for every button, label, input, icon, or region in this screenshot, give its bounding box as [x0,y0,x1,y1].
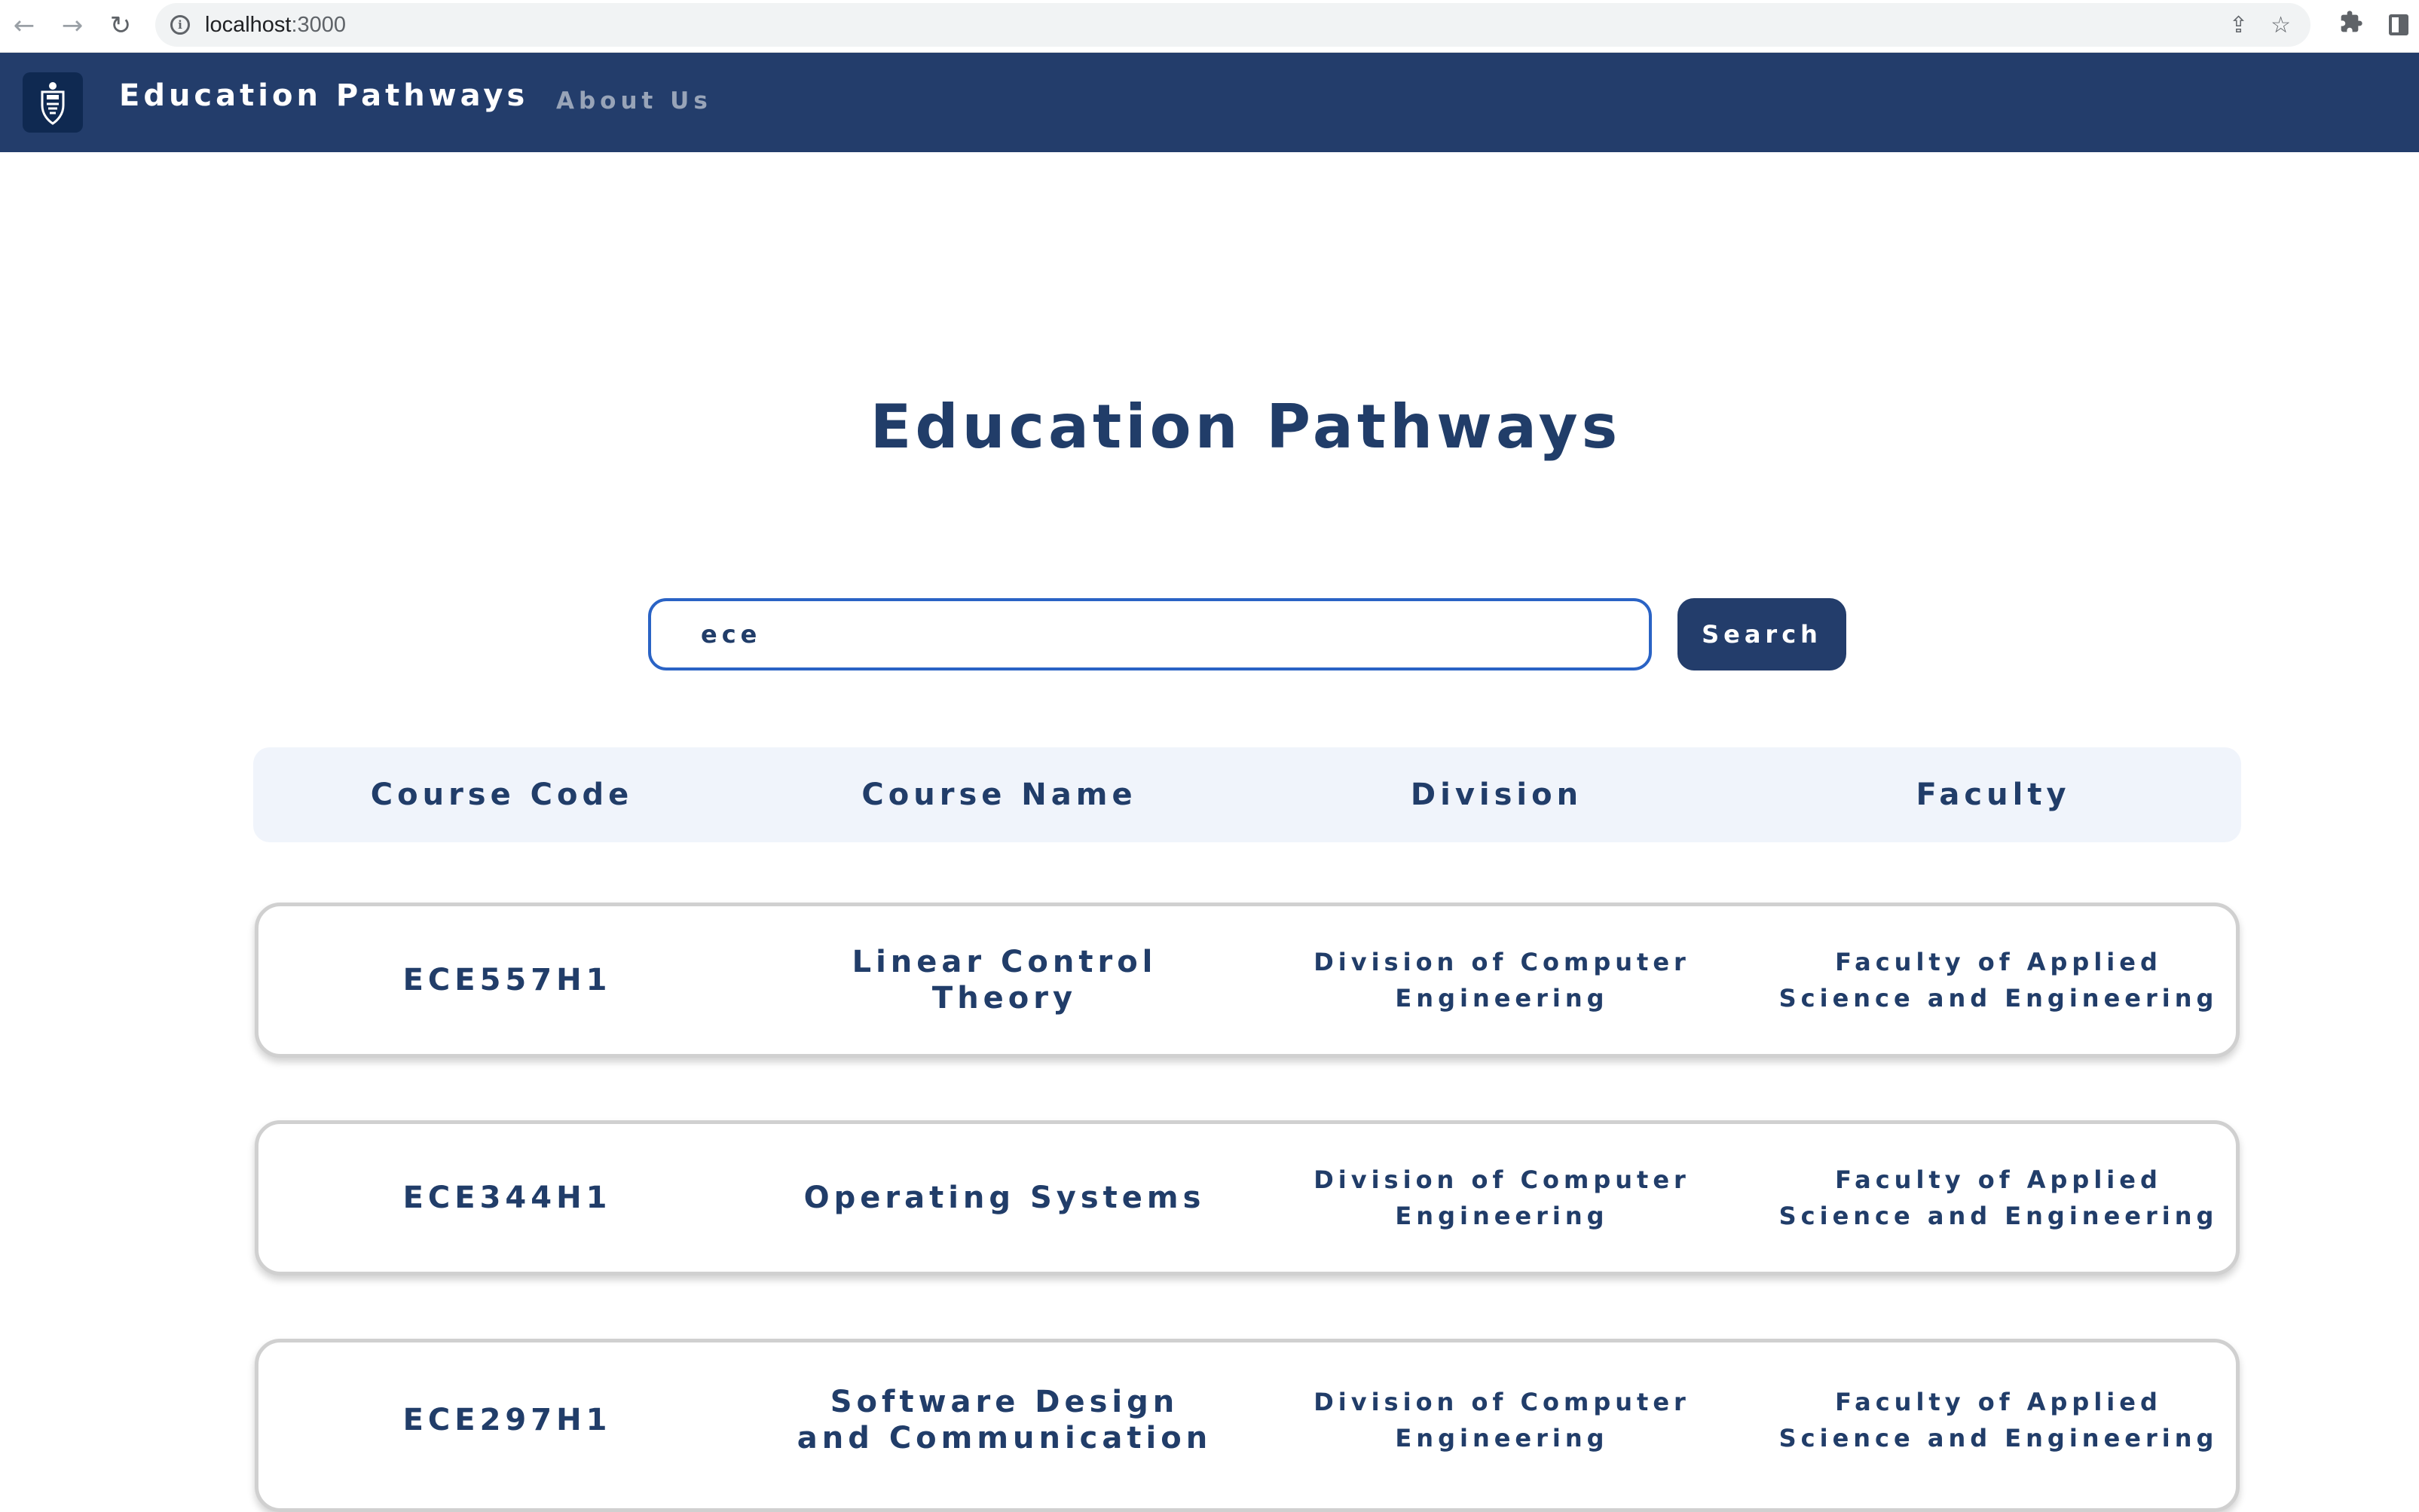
share-icon[interactable]: ⇪ [2229,12,2248,38]
url-host: localhost [205,12,292,37]
course-row[interactable]: ECE344H1 Operating Systems Division of C… [255,1120,2240,1275]
course-row[interactable]: ECE557H1 Linear Control Theory Division … [255,903,2240,1058]
course-name: Linear Control Theory [852,945,1158,1016]
header-course-code: Course Code [370,777,634,812]
course-faculty: Faculty of Applied Science and Engineeri… [1778,1388,2219,1452]
address-bar-actions: ⇪ ☆ [2229,3,2291,47]
course-name: Software Design and Communication [797,1385,1213,1455]
reload-icon[interactable]: ↻ [104,9,137,42]
header-faculty: Faculty [1916,777,2071,812]
course-division: Division of Computer Engineering [1313,1165,1690,1230]
navbar-brand[interactable]: Education Pathways [119,78,528,113]
app-navbar: Education Pathways About Us [0,53,2419,152]
course-division: Division of Computer Engineering [1313,948,1690,1013]
browser-toolbar: ← → ↻ i localhost:3000 ⇪ ☆ [0,0,2419,53]
course-row[interactable]: ECE297H1 Software Design and Communicati… [255,1339,2240,1512]
puzzle-svg [2341,11,2362,32]
course-division: Division of Computer Engineering [1313,1388,1690,1452]
about-us-link[interactable]: About Us [556,87,712,115]
header-course-name: Course Name [861,777,1137,812]
bookmark-star-icon[interactable]: ☆ [2271,12,2291,38]
course-faculty: Faculty of Applied Science and Engineeri… [1778,948,2219,1013]
search-button[interactable]: Search [1677,598,1846,670]
page-title: Education Pathways [870,392,1622,462]
address-bar[interactable]: i localhost:3000 ⇪ ☆ [155,3,2310,47]
browser-extras [2339,6,2408,44]
course-code: ECE297H1 [402,1403,612,1437]
info-icon[interactable]: i [170,15,190,35]
course-code: ECE557H1 [402,963,612,997]
course-faculty: Faculty of Applied Science and Engineeri… [1778,1165,2219,1230]
search-input[interactable] [648,598,1652,670]
crest-icon [41,82,65,125]
back-arrow-icon[interactable]: ← [8,9,41,42]
side-panel-icon[interactable] [2389,14,2408,35]
header-division: Division [1410,777,1583,812]
extensions-puzzle-icon[interactable] [2339,10,2363,40]
url-text[interactable]: localhost:3000 [205,13,346,38]
results-table-header: Course Code Course Name Division Faculty [253,747,2241,842]
course-code: ECE344H1 [402,1181,612,1215]
university-crest-logo[interactable] [23,72,83,133]
url-port: :3000 [291,12,347,37]
forward-arrow-icon[interactable]: → [56,9,89,42]
course-name: Operating Systems [803,1181,1206,1215]
